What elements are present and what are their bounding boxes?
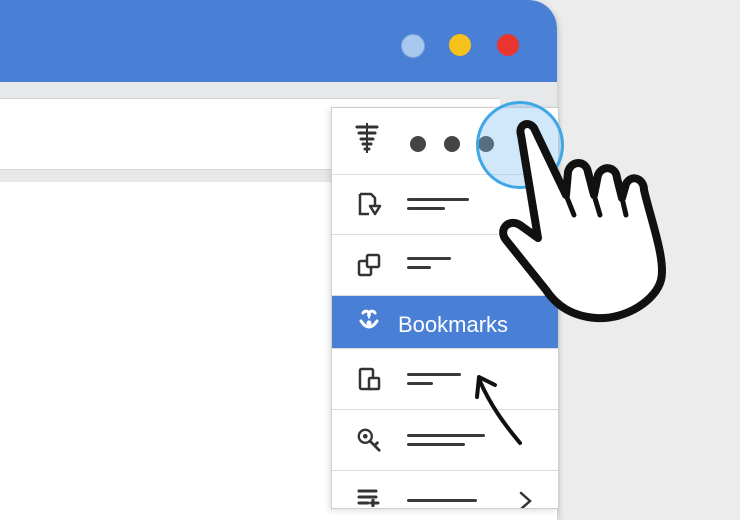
chevron-right-icon: [518, 491, 534, 508]
list-icon: [356, 485, 382, 508]
menu-item-label-placeholder: [407, 251, 451, 275]
save-page-icon: [356, 191, 382, 217]
menu-item-label-placeholder: [407, 493, 477, 508]
curved-arrow-icon: [475, 375, 522, 445]
menu-item-label-placeholder: [407, 367, 461, 391]
title-bar: [0, 0, 557, 82]
close-button[interactable]: [497, 34, 519, 56]
hand-cursor-icon: [499, 120, 666, 323]
minimize-button[interactable]: [401, 34, 425, 58]
menu-item-list[interactable]: [332, 471, 558, 508]
copy-icon: [356, 252, 382, 278]
bookmark-heart-icon: [356, 309, 382, 335]
maximize-button[interactable]: [449, 34, 471, 56]
menu-item-label-placeholder: [407, 192, 469, 216]
tornado-icon: [354, 123, 380, 153]
search-key-icon: [356, 427, 382, 453]
device-icon: [356, 366, 382, 392]
